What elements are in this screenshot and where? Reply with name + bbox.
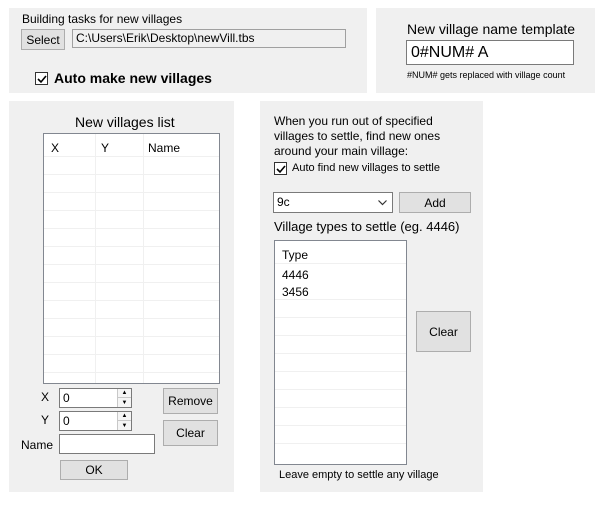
village-type-item[interactable]: 3456 [282, 285, 309, 299]
auto-find-checkbox[interactable] [274, 162, 287, 175]
ok-button[interactable]: OK [60, 460, 128, 480]
name-template-hint: #NUM# gets replaced with village count [407, 70, 566, 80]
row-divider [275, 299, 406, 300]
row-divider [44, 300, 219, 301]
settle-panel: When you run out of specified villages t… [260, 101, 483, 492]
building-tasks-panel: Building tasks for new villages Select C… [9, 8, 367, 93]
name-template-title: New village name template [407, 21, 576, 37]
auto-find-label: Auto find new villages to settle [292, 162, 440, 174]
villages-list-panel: New villages list X Y Name X ▲ ▼ Y ▲ [9, 101, 234, 492]
checkmark-icon [275, 164, 286, 173]
row-divider [44, 336, 219, 337]
spin-down-icon[interactable]: ▼ [118, 398, 131, 407]
villages-list-table[interactable]: X Y Name [43, 133, 220, 384]
row-divider [275, 371, 406, 372]
row-divider [275, 407, 406, 408]
village-type-item[interactable]: 4446 [282, 268, 309, 282]
row-divider [44, 282, 219, 283]
chevron-down-icon [378, 200, 387, 206]
villages-list-title: New villages list [75, 114, 175, 130]
row-divider [44, 318, 219, 319]
x-input[interactable] [60, 389, 118, 407]
dropdown-value: 9c [277, 195, 290, 209]
select-button[interactable]: Select [21, 29, 65, 50]
y-spinner[interactable]: ▲ ▼ [59, 411, 132, 431]
checkmark-icon [36, 74, 47, 83]
row-divider [275, 389, 406, 390]
auto-make-label: Auto make new villages [54, 70, 212, 86]
tasks-file-path-field[interactable]: C:\Users\Erik\Desktop\newVill.tbs [72, 29, 346, 48]
column-header-name[interactable]: Name [148, 141, 180, 155]
row-divider [44, 246, 219, 247]
name-template-panel: New village name template #NUM# gets rep… [376, 8, 595, 93]
village-types-list[interactable]: Type 4446 3456 [274, 240, 407, 465]
row-divider [275, 263, 406, 264]
column-divider [143, 134, 144, 383]
name-template-input[interactable] [406, 40, 574, 65]
settle-description-line3: around your main village: [274, 144, 409, 158]
row-divider [275, 443, 406, 444]
column-header-x[interactable]: X [51, 141, 59, 155]
building-tasks-label: Building tasks for new villages [22, 12, 183, 26]
settle-description-line2: villages to settle, find new ones [274, 129, 441, 143]
settle-description-line1: When you run out of specified [274, 114, 433, 128]
add-button[interactable]: Add [399, 192, 471, 213]
village-name-input[interactable] [59, 434, 155, 454]
row-divider [275, 425, 406, 426]
spin-up-icon[interactable]: ▲ [118, 412, 131, 421]
x-spinner[interactable]: ▲ ▼ [59, 388, 132, 408]
types-column-header[interactable]: Type [282, 248, 308, 262]
name-label: Name [21, 438, 54, 452]
row-divider [44, 372, 219, 373]
village-types-title: Village types to settle (eg. 4446) [274, 219, 460, 234]
x-spinner-buttons[interactable]: ▲ ▼ [117, 389, 131, 407]
clear-list-button[interactable]: Clear [163, 420, 218, 446]
village-type-dropdown[interactable]: 9c [273, 192, 393, 213]
row-divider [44, 264, 219, 265]
y-spinner-buttons[interactable]: ▲ ▼ [117, 412, 131, 430]
column-divider [95, 134, 96, 383]
column-header-y[interactable]: Y [101, 141, 109, 155]
spin-down-icon[interactable]: ▼ [118, 421, 131, 430]
row-divider [44, 210, 219, 211]
row-divider [44, 228, 219, 229]
row-divider [44, 192, 219, 193]
clear-types-button[interactable]: Clear [416, 311, 471, 352]
row-divider [275, 353, 406, 354]
auto-make-checkbox[interactable] [35, 72, 48, 85]
row-divider [44, 354, 219, 355]
row-divider [275, 317, 406, 318]
row-divider [44, 156, 219, 157]
row-divider [275, 335, 406, 336]
y-input[interactable] [60, 412, 118, 430]
x-label: X [41, 390, 50, 404]
y-label: Y [41, 413, 50, 427]
settle-footer: Leave empty to settle any village [279, 469, 439, 481]
row-divider [44, 174, 219, 175]
remove-button[interactable]: Remove [163, 388, 218, 414]
spin-up-icon[interactable]: ▲ [118, 389, 131, 398]
